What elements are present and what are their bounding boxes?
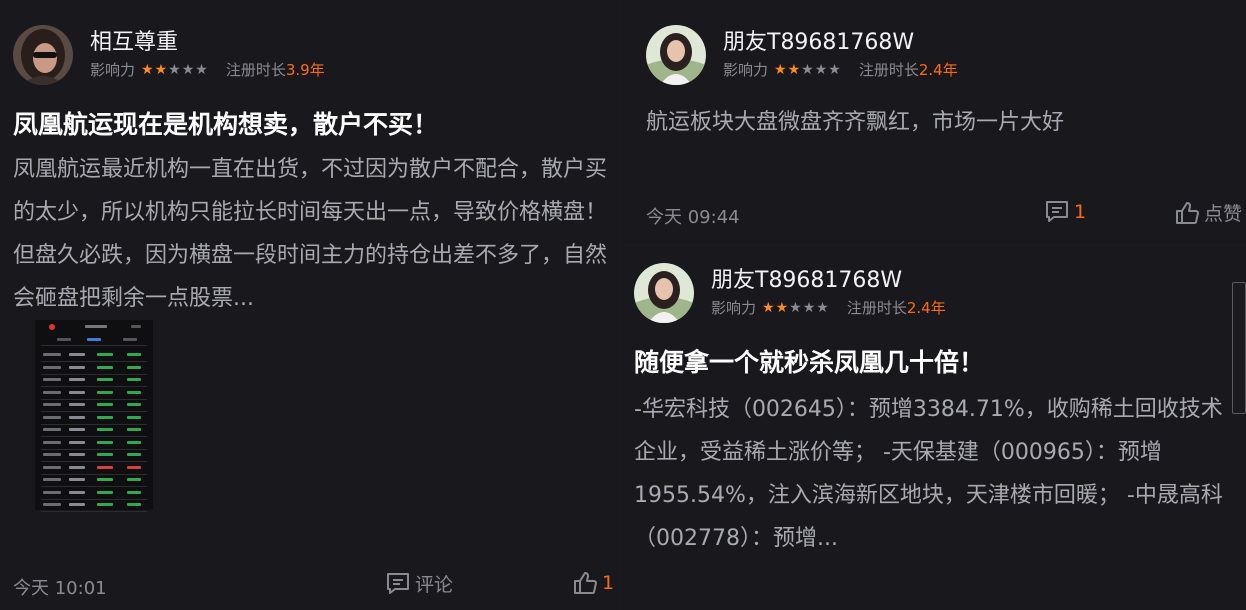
post-title[interactable]: 凤凰航运现在是机构想卖，散户不买！	[13, 105, 438, 141]
influence-stars: ★ ★ ★ ★ ★	[774, 62, 841, 78]
star-filled-icon: ★	[774, 61, 787, 78]
thumbs-up-icon	[574, 572, 597, 594]
avatar[interactable]	[13, 25, 73, 85]
star-filled-icon: ★	[762, 299, 775, 316]
star-empty-icon: ★	[168, 61, 181, 78]
star-empty-icon: ★	[814, 61, 828, 78]
post-image-thumbnail[interactable]	[35, 320, 153, 512]
reg-label: 注册时长	[225, 61, 286, 79]
star-filled-icon: ★	[775, 299, 789, 316]
star-empty-icon: ★	[181, 61, 195, 78]
reg-value: 2.4年	[918, 61, 958, 79]
comment-icon	[1046, 201, 1068, 222]
post-body[interactable]: 航运板块大盘微盘齐齐飘红，市场一片大好	[646, 101, 1236, 144]
like-button[interactable]: 1	[572, 570, 614, 596]
post-card-3[interactable]: 朋友T89681768W 影响力 ★ ★ ★ ★ ★ 注册时长 2.4年 随便拿一个就秒杀…	[621, 246, 1246, 610]
star-filled-icon: ★	[154, 61, 168, 78]
reg-label: 注册时长	[846, 299, 907, 317]
star-filled-icon: ★	[141, 61, 154, 78]
star-empty-icon: ★	[801, 61, 814, 78]
user-avatar-icon	[646, 25, 706, 85]
avatar[interactable]	[646, 25, 706, 85]
post-time: 今天 09:44	[646, 207, 740, 228]
influence-label: 影响力	[723, 61, 769, 79]
like-button[interactable]: 点赞	[1174, 199, 1242, 226]
reg-value: 3.9年	[285, 61, 325, 79]
scrollbar[interactable]	[1232, 282, 1246, 414]
author-name[interactable]: 朋友T89681768W	[711, 262, 902, 294]
comment-icon	[387, 572, 409, 594]
star-empty-icon: ★	[802, 299, 816, 316]
like-label: 点赞	[1204, 203, 1243, 225]
author-name[interactable]: 朋友T89681768W	[723, 24, 914, 56]
comment-button[interactable]: 1	[1044, 199, 1086, 225]
thumbs-up-icon	[1176, 201, 1199, 224]
post-card-1[interactable]: 相互尊重 影响力 ★ ★ ★ ★ ★ 注册时长 3.9年 凤凰航运现在是机构想卖，散户不买…	[0, 0, 619, 610]
post-body[interactable]: 凤凰航运最近机构一直在出货，不过因为散户不配合，散户买的太少，所以机构只能拉长时…	[13, 148, 613, 320]
comment-label: 评论	[415, 574, 454, 596]
comment-count: 1	[1074, 201, 1087, 223]
post-title[interactable]: 随便拿一个就秒杀凤凰几十倍！	[634, 343, 984, 379]
author-meta: 影响力 ★ ★ ★ ★ ★ 注册时长 2.4年	[711, 297, 946, 318]
author-name[interactable]: 相互尊重	[90, 24, 178, 56]
reg-label: 注册时长	[858, 61, 919, 79]
user-avatar-icon	[634, 263, 694, 323]
comment-button[interactable]: 评论	[385, 570, 453, 597]
avatar[interactable]	[634, 263, 694, 323]
influence-label: 影响力	[90, 61, 136, 79]
author-meta: 影响力 ★ ★ ★ ★ ★ 注册时长 2.4年	[723, 59, 958, 80]
star-empty-icon: ★	[789, 299, 802, 316]
influence-label: 影响力	[711, 299, 757, 317]
user-avatar-icon	[13, 25, 73, 85]
star-filled-icon: ★	[787, 61, 801, 78]
post-body[interactable]: -华宏科技（002645）：预增3384.71%，收购稀土回收技术企业，受益稀土…	[634, 388, 1234, 560]
like-count: 1	[602, 572, 615, 594]
post-card-2[interactable]: 朋友T89681768W 影响力 ★ ★ ★ ★ ★ 注册时长 2.4年 航运板块大盘微盘…	[621, 0, 1246, 244]
author-meta: 影响力 ★ ★ ★ ★ ★ 注册时长 3.9年	[90, 59, 325, 80]
star-empty-icon: ★	[195, 61, 208, 78]
reg-value: 2.4年	[906, 299, 946, 317]
influence-stars: ★ ★ ★ ★ ★	[141, 62, 208, 78]
influence-stars: ★ ★ ★ ★ ★	[762, 300, 829, 316]
star-empty-icon: ★	[816, 299, 829, 316]
star-empty-icon: ★	[828, 61, 841, 78]
post-time: 今天 10:01	[13, 578, 107, 599]
